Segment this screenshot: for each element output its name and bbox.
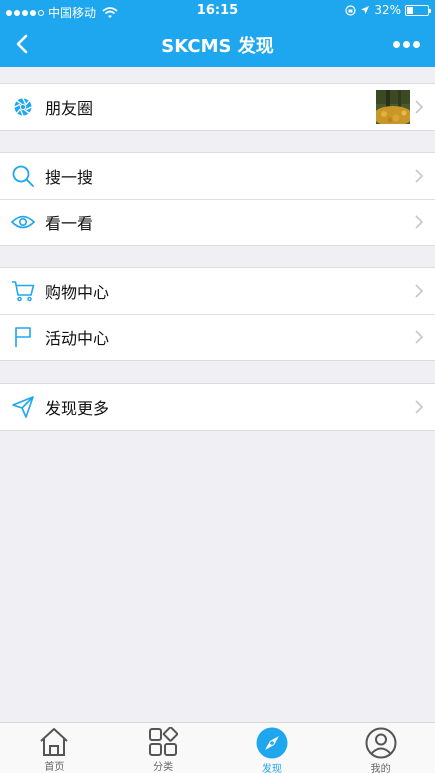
group-moments: 朋友圈 [0,83,435,131]
compass-icon [256,727,288,759]
group-shopping-events: 购物中心 活动中心 [0,267,435,361]
list-item-label: 朋友圈 [45,99,94,118]
tab-bar: 首页 分类 发现 我的 [0,722,435,773]
top-bar: 中国移动 16:15 32% SKCMS 发现 [0,0,435,67]
list-item-label: 搜一搜 [45,168,94,187]
chevron-right-icon [415,100,423,114]
chevron-right-icon [415,284,423,298]
status-right: 32% [345,3,431,17]
tab-discover[interactable]: 发现 [218,723,327,773]
lock-rotation-icon [345,4,356,16]
tab-profile[interactable]: 我的 [326,723,435,773]
list-item-moments[interactable]: 朋友圈 [0,84,435,130]
home-icon [38,727,70,757]
list-item-look[interactable]: 看一看 [0,199,435,245]
list-item-label: 发现更多 [45,399,110,418]
list-item-shopping[interactable]: 购物中心 [0,268,435,314]
chevron-right-icon [415,400,423,414]
list-item-search[interactable]: 搜一搜 [0,153,435,199]
tab-label: 我的 [370,764,391,773]
group-search-look: 搜一搜 看一看 [0,152,435,246]
list-item-events[interactable]: 活动中心 [0,314,435,360]
chevron-right-icon [415,169,423,183]
chevron-right-icon [415,215,423,229]
eye-icon [11,210,35,234]
tab-category[interactable]: 分类 [109,723,218,773]
location-arrow-icon [361,6,370,14]
search-icon [11,164,35,188]
tab-label: 首页 [44,762,65,773]
battery-icon [405,4,431,16]
tab-label: 分类 [153,762,174,773]
list-item-label: 活动中心 [45,329,110,348]
user-icon [365,727,397,759]
list-item-label: 购物中心 [45,283,110,302]
tab-home[interactable]: 首页 [0,723,109,773]
flag-icon [11,325,35,349]
category-grid-icon [147,727,179,757]
list-item-label: 看一看 [45,214,94,233]
paper-plane-icon [11,395,35,419]
chevron-right-icon [415,330,423,344]
cart-icon [11,279,35,303]
more-dots-icon[interactable] [391,32,421,56]
page-title: SKCMS 发现 [161,36,274,57]
moments-aperture-icon [11,95,35,119]
battery-fill [407,6,414,14]
battery-percent: 32% [374,3,401,17]
tab-label: 发现 [261,764,282,773]
list-item-discover-more[interactable]: 发现更多 [0,384,435,430]
group-discover-more: 发现更多 [0,383,435,431]
moments-thumbnail [376,90,410,124]
nav-bar: SKCMS 发现 [0,22,435,67]
status-bar: 中国移动 16:15 32% [0,0,435,22]
